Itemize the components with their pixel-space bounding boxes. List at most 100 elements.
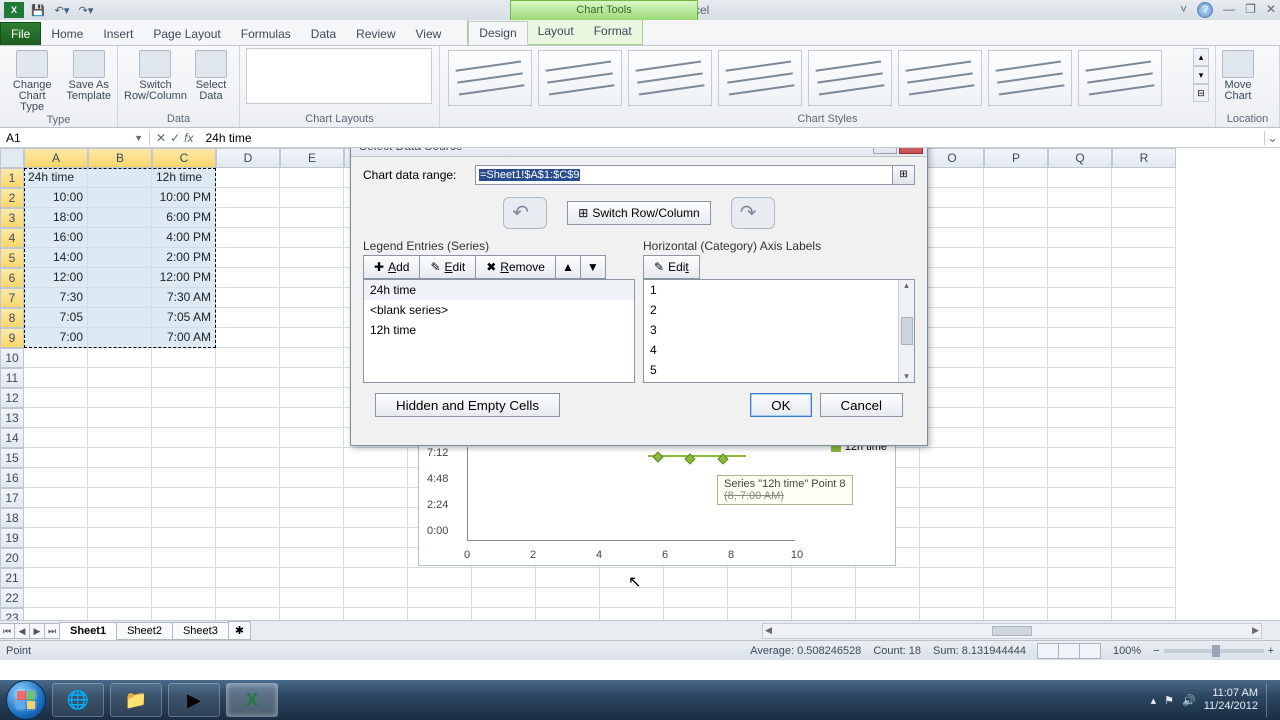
undo-icon[interactable]: ↶▾	[52, 2, 72, 18]
cell[interactable]: 7:00	[24, 328, 88, 348]
cell[interactable]	[88, 408, 152, 428]
cell[interactable]	[920, 608, 984, 620]
taskbar-mediaplayer-button[interactable]: ▶	[168, 683, 220, 717]
cell[interactable]	[920, 408, 984, 428]
cell[interactable]	[1048, 328, 1112, 348]
cell[interactable]	[344, 548, 408, 568]
cell[interactable]	[280, 528, 344, 548]
cell[interactable]	[1048, 488, 1112, 508]
cell[interactable]	[152, 468, 216, 488]
cell[interactable]	[152, 588, 216, 608]
style-thumb[interactable]	[808, 50, 892, 106]
tab-design[interactable]: Design	[468, 21, 527, 45]
cell[interactable]: 7:05 AM	[152, 308, 216, 328]
list-item[interactable]: 12h time	[364, 320, 634, 340]
cell[interactable]	[920, 388, 984, 408]
cell[interactable]	[344, 448, 408, 468]
cell[interactable]	[600, 588, 664, 608]
cell[interactable]	[728, 608, 792, 620]
cell[interactable]	[216, 308, 280, 328]
row-header[interactable]: 16	[0, 468, 24, 488]
tab-format[interactable]: Format	[584, 20, 642, 44]
start-button[interactable]	[6, 680, 46, 720]
insert-sheet-button[interactable]: ✱	[228, 621, 251, 640]
cell[interactable]	[88, 428, 152, 448]
cell[interactable]	[280, 488, 344, 508]
edit-axis-labels-button[interactable]: ✎Edit	[643, 255, 700, 279]
cell[interactable]	[88, 268, 152, 288]
switch-row-column-dialog-button[interactable]: ⊞ Switch Row/Column	[567, 201, 710, 225]
name-box-dropdown-icon[interactable]: ▼	[134, 133, 143, 143]
cell[interactable]	[216, 368, 280, 388]
cell[interactable]	[920, 568, 984, 588]
dialog-close-icon[interactable]: ✕	[899, 148, 923, 154]
worksheet-grid[interactable]: ABCDEFGHIJKLMNOPQR124h time12h time210:0…	[0, 148, 1280, 620]
cell[interactable]	[984, 308, 1048, 328]
cell[interactable]	[984, 488, 1048, 508]
cell[interactable]	[280, 208, 344, 228]
cancel-formula-icon[interactable]: ✕	[156, 131, 166, 145]
cell[interactable]	[216, 428, 280, 448]
cell[interactable]	[1112, 608, 1176, 620]
cell[interactable]	[24, 608, 88, 620]
cell[interactable]	[920, 508, 984, 528]
cell[interactable]	[984, 288, 1048, 308]
cell[interactable]	[88, 528, 152, 548]
row-header[interactable]: 10	[0, 348, 24, 368]
cell[interactable]	[984, 388, 1048, 408]
enter-formula-icon[interactable]: ✓	[170, 131, 180, 145]
cell[interactable]	[664, 588, 728, 608]
cell[interactable]: 4:00 PM	[152, 228, 216, 248]
style-thumb[interactable]	[1078, 50, 1162, 106]
switch-row-column-button[interactable]: SwitchRow/Column	[124, 48, 187, 102]
cell[interactable]	[152, 528, 216, 548]
cell[interactable]	[1112, 168, 1176, 188]
move-series-down-button[interactable]: ▼	[580, 255, 606, 279]
row-header[interactable]: 23	[0, 608, 24, 620]
list-item[interactable]: 5	[644, 360, 914, 380]
cell[interactable]	[88, 188, 152, 208]
tab-file[interactable]: File	[0, 22, 41, 45]
cell[interactable]	[1048, 568, 1112, 588]
cell[interactable]	[984, 248, 1048, 268]
column-header[interactable]: Q	[1048, 148, 1112, 168]
cell[interactable]	[1048, 468, 1112, 488]
sheet-nav-buttons[interactable]: ⏮◀▶⏭	[0, 623, 60, 639]
tab-review[interactable]: Review	[346, 23, 405, 45]
cell[interactable]	[344, 468, 408, 488]
view-buttons[interactable]	[1038, 643, 1101, 659]
cell[interactable]	[920, 468, 984, 488]
cell[interactable]: 2:00 PM	[152, 248, 216, 268]
cell[interactable]	[920, 428, 984, 448]
cell[interactable]	[1112, 328, 1176, 348]
cell[interactable]	[536, 568, 600, 588]
cell[interactable]	[24, 508, 88, 528]
dialog-titlebar[interactable]: Select Data Source ? ✕	[351, 148, 927, 157]
formula-input[interactable]: 24h time	[199, 131, 1264, 145]
cell[interactable]	[216, 388, 280, 408]
cell[interactable]	[88, 568, 152, 588]
row-header[interactable]: 7	[0, 288, 24, 308]
cell[interactable]	[536, 608, 600, 620]
cell[interactable]	[88, 448, 152, 468]
cell[interactable]	[280, 548, 344, 568]
fx-icon[interactable]: fx	[184, 131, 193, 145]
cell[interactable]	[88, 248, 152, 268]
cell[interactable]	[88, 548, 152, 568]
cell[interactable]	[24, 548, 88, 568]
cell[interactable]: 16:00	[24, 228, 88, 248]
tab-home[interactable]: Home	[41, 23, 93, 45]
cell[interactable]	[216, 328, 280, 348]
cell[interactable]	[1048, 168, 1112, 188]
cell[interactable]	[728, 568, 792, 588]
dialog-help-icon[interactable]: ?	[873, 148, 897, 154]
cell[interactable]	[280, 268, 344, 288]
cell[interactable]	[1048, 348, 1112, 368]
cell[interactable]	[728, 588, 792, 608]
cell[interactable]	[984, 448, 1048, 468]
cell[interactable]	[24, 388, 88, 408]
cell[interactable]	[280, 368, 344, 388]
cell[interactable]	[88, 388, 152, 408]
cell[interactable]	[984, 368, 1048, 388]
sheet-tab-sheet3[interactable]: Sheet3	[172, 622, 229, 640]
